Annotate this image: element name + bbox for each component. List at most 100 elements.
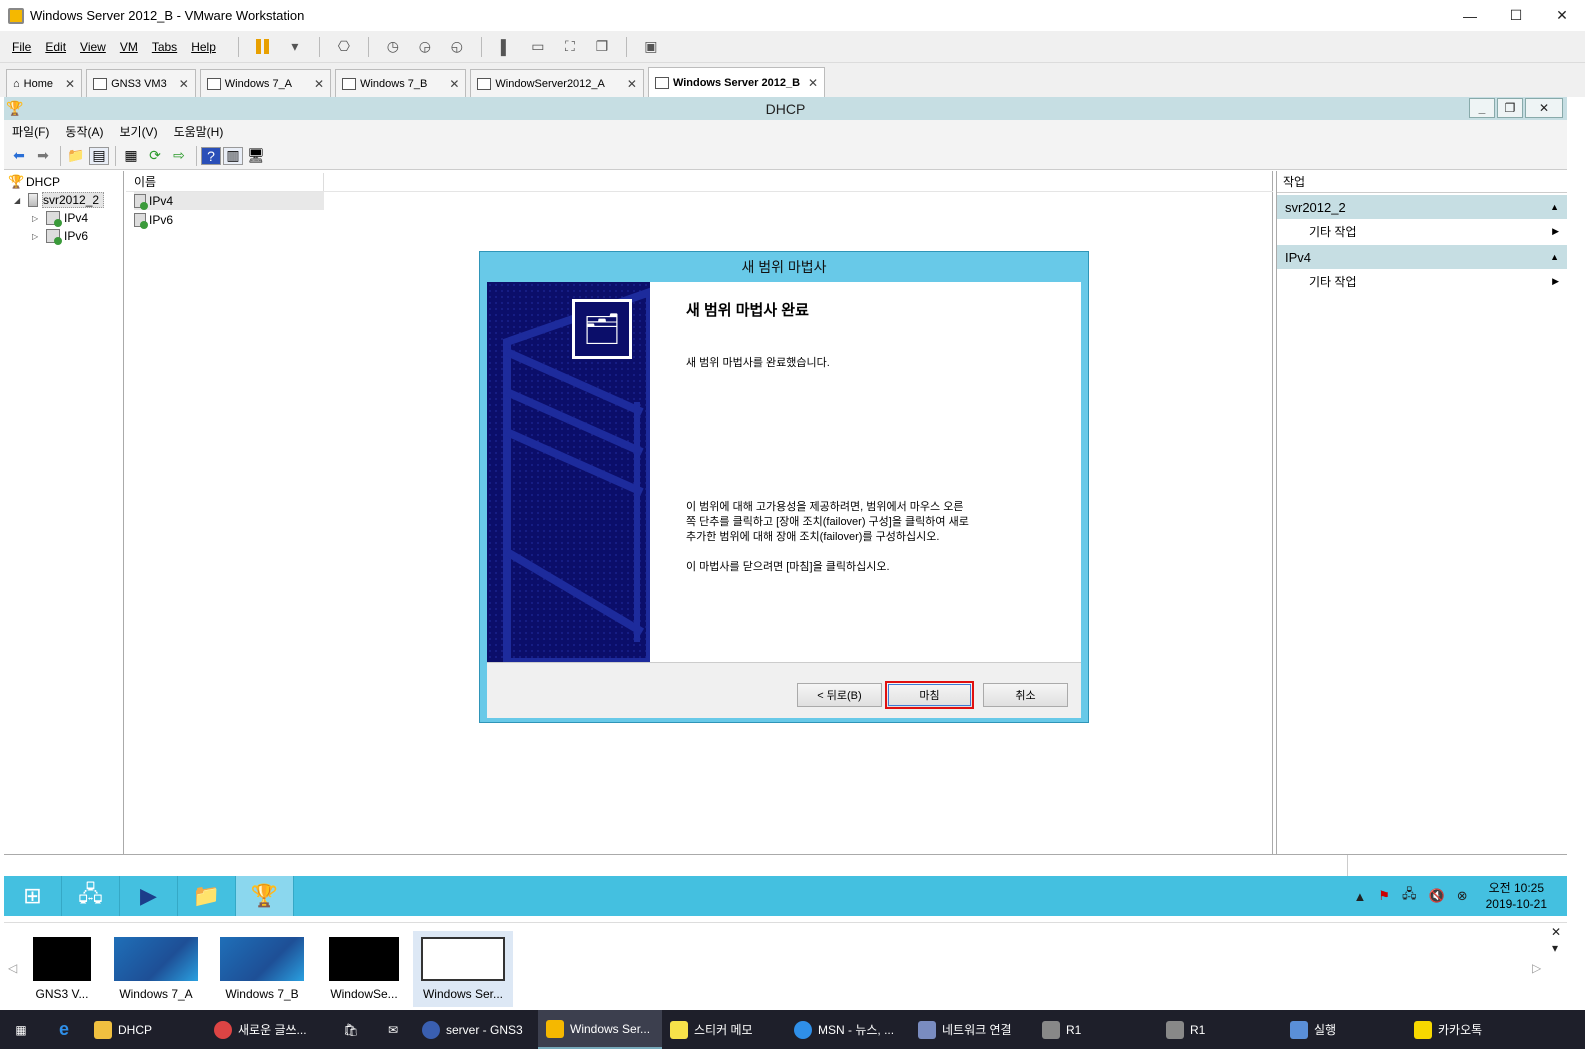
menu-file[interactable]: File — [12, 40, 31, 54]
send-ctrl-alt-del-icon[interactable]: ⎔ — [333, 37, 355, 57]
tab-gns3-vm3[interactable]: GNS3 VM3 ✕ — [86, 69, 196, 97]
action-group-ipv4[interactable]: IPv4 ▲ — [1277, 245, 1567, 269]
mmc-minimize-button[interactable]: _ — [1469, 98, 1495, 118]
edge-icon[interactable]: e — [42, 1010, 86, 1049]
expand-arrow-icon[interactable]: ▷ — [32, 214, 42, 223]
taskbar-gns3[interactable]: server - GNS3 — [414, 1010, 538, 1049]
action-group-server[interactable]: svr2012_2 ▲ — [1277, 195, 1567, 219]
expand-arrow-icon[interactable]: ▷ — [32, 232, 42, 241]
clock[interactable]: 오전 10:25 2019-10-21 — [1486, 880, 1547, 912]
tab-windows-server-2012-b[interactable]: Windows Server 2012_B ✕ — [647, 67, 826, 97]
tab-close-icon[interactable]: ✕ — [314, 77, 324, 91]
menu-vm[interactable]: VM — [120, 40, 138, 54]
collapse-arrow-icon[interactable]: ◢ — [14, 196, 24, 205]
thumbnail-gns3-vm[interactable]: GNS3 V... — [12, 931, 112, 1007]
store-icon[interactable]: 🛍 — [330, 1010, 372, 1049]
scroll-right-icon[interactable]: ▷ — [1532, 961, 1541, 975]
tree-item-ipv6[interactable]: ▷ IPv6 — [32, 227, 88, 245]
action-more-actions-ipv4[interactable]: 기타 작업 ▶ — [1277, 269, 1567, 293]
show-hide-tree-icon[interactable]: ▤ — [89, 146, 109, 165]
task-view-icon[interactable]: ▦ — [0, 1010, 42, 1049]
up-folder-icon[interactable]: 📁 — [65, 146, 87, 166]
network-icon[interactable]: 🖧 — [1402, 885, 1417, 907]
taskbar-dhcp[interactable]: DHCP — [86, 1010, 206, 1049]
taskbar-run[interactable]: 실행 — [1282, 1010, 1406, 1049]
thumbnail-view-icon[interactable]: ▭ — [527, 37, 549, 57]
file-explorer-icon[interactable]: 📁 — [178, 876, 236, 916]
thumbnail-windows-7-a[interactable]: Windows 7_A — [106, 931, 206, 1007]
thumbnail-dropdown-icon[interactable]: ▾ — [1552, 941, 1558, 955]
start-windows-icon[interactable]: ⊞ — [4, 876, 62, 916]
fullscreen-icon[interactable]: ⛶ — [559, 37, 581, 57]
properties-icon[interactable]: ▦ — [120, 146, 142, 166]
back-button[interactable]: < 뒤로(B) — [797, 683, 882, 707]
tab-close-icon[interactable]: ✕ — [627, 77, 637, 91]
show-action-pane-icon[interactable]: ▥ — [223, 146, 243, 165]
menu-help[interactable]: Help — [191, 40, 216, 54]
tab-close-icon[interactable]: ✕ — [65, 77, 75, 91]
back-arrow-icon[interactable]: ⬅ — [8, 146, 30, 166]
monitor-icon[interactable]: 🖥 — [245, 146, 267, 166]
list-row-ipv6[interactable]: IPv6 — [134, 211, 324, 229]
taskbar-kakaotalk[interactable]: 카카오톡 — [1406, 1010, 1530, 1049]
list-row-ipv4[interactable]: IPv4 — [134, 192, 324, 210]
powershell-icon[interactable]: ▶ — [120, 876, 178, 916]
close-button[interactable]: ✕ — [1539, 0, 1585, 31]
tab-close-icon[interactable]: ✕ — [179, 77, 189, 91]
taskbar-msn[interactable]: MSN - 뉴스, ... — [786, 1010, 910, 1049]
help-icon[interactable]: ? — [201, 146, 221, 165]
snapshot-icon[interactable]: ◷ — [382, 37, 404, 57]
menu-file[interactable]: 파일(F) — [12, 123, 49, 140]
tab-close-icon[interactable]: ✕ — [808, 76, 818, 90]
forward-arrow-icon[interactable]: ➡ — [32, 146, 54, 166]
thumbnail-windows-7-b[interactable]: Windows 7_B — [212, 931, 312, 1007]
thumbnail-close-icon[interactable]: ✕ — [1551, 925, 1561, 939]
server-manager-icon[interactable]: 🖧 — [62, 876, 120, 916]
cancel-button[interactable]: 취소 — [983, 683, 1068, 707]
tab-windows-7-b[interactable]: Windows 7_B ✕ — [335, 69, 467, 97]
tab-close-icon[interactable]: ✕ — [449, 77, 459, 91]
volume-muted-icon[interactable]: 🔇 — [1429, 888, 1445, 904]
taskbar-r1-b[interactable]: R1 — [1158, 1010, 1282, 1049]
action-more-actions-server[interactable]: 기타 작업 ▶ — [1277, 219, 1567, 243]
collapse-caret-icon[interactable]: ▲ — [1550, 252, 1559, 262]
dhcp-taskbar-icon[interactable]: 🏆 — [236, 876, 294, 916]
action-center-flag-icon[interactable]: ⚑ — [1378, 888, 1390, 904]
menu-view[interactable]: 보기(V) — [119, 123, 157, 140]
pause-icon[interactable] — [252, 37, 274, 57]
unity-icon[interactable]: ❐ — [591, 37, 613, 57]
console-view-icon[interactable]: ▣ — [640, 37, 662, 57]
taskbar-network[interactable]: 네트워크 연결 — [910, 1010, 1034, 1049]
tree-item-ipv4[interactable]: ▷ IPv4 — [32, 209, 88, 227]
tree-item-server[interactable]: ◢ svr2012_2 — [14, 191, 105, 209]
taskbar-vmware[interactable]: Windows Ser... — [538, 1010, 662, 1049]
minimize-button[interactable]: — — [1447, 0, 1493, 31]
menu-edit[interactable]: Edit — [45, 40, 66, 54]
menu-help[interactable]: 도움말(H) — [174, 123, 224, 140]
tab-windowserver2012-a[interactable]: WindowServer2012_A ✕ — [470, 69, 644, 97]
revert-snapshot-icon[interactable]: ◶ — [414, 37, 436, 57]
refresh-icon[interactable]: ⟳ — [144, 146, 166, 166]
column-header-name[interactable]: 이름 — [126, 173, 324, 191]
library-view-icon[interactable]: ▌ — [495, 37, 517, 57]
notification-icon[interactable]: ⊗ — [1457, 888, 1468, 904]
taskbar-sticky-notes[interactable]: 스티커 메모 — [662, 1010, 786, 1049]
mmc-close-button[interactable]: ✕ — [1525, 98, 1563, 118]
snapshot-manager-icon[interactable]: ◵ — [446, 37, 468, 57]
taskbar-r1-a[interactable]: R1 — [1034, 1010, 1158, 1049]
export-list-icon[interactable]: ⇨ — [168, 146, 190, 166]
dropdown-arrow-icon[interactable]: ▾ — [284, 37, 306, 57]
tab-windows-7-a[interactable]: Windows 7_A ✕ — [199, 69, 332, 97]
taskbar-chrome[interactable]: 새로운 글쓰... — [206, 1010, 330, 1049]
collapse-caret-icon[interactable]: ▲ — [1550, 202, 1559, 212]
maximize-button[interactable]: ☐ — [1493, 0, 1539, 31]
show-hidden-icons-icon[interactable]: ▲ — [1353, 889, 1366, 904]
thumbnail-windows-server-2012-b[interactable]: Windows Ser... — [413, 931, 513, 1007]
mmc-restore-button[interactable]: ❐ — [1497, 98, 1523, 118]
tab-home[interactable]: ⌂ Home ✕ — [6, 69, 83, 97]
mail-icon[interactable]: ✉ — [372, 1010, 414, 1049]
tree-item-dhcp[interactable]: 🏆 DHCP — [8, 173, 60, 191]
finish-button[interactable]: 마침 — [885, 681, 974, 709]
thumbnail-windowserver2012-a[interactable]: WindowSe... — [314, 931, 414, 1007]
menu-action[interactable]: 동작(A) — [65, 123, 103, 140]
